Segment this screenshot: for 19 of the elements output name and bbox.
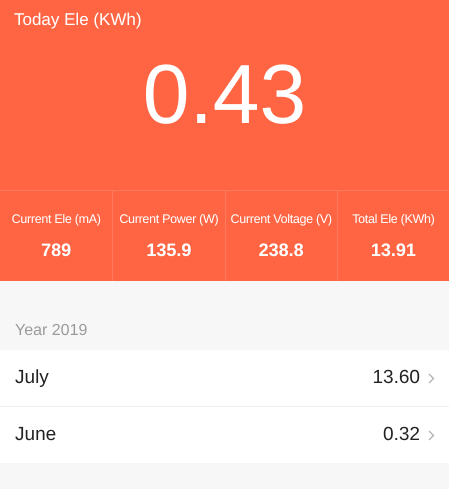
today-energy-value: 0.43 (142, 52, 306, 136)
month-value: 13.60 (372, 367, 420, 389)
month-row[interactable]: July 13.60 (0, 350, 449, 406)
stat-value: 13.91 (370, 240, 416, 260)
month-name: June (15, 424, 58, 446)
stat-label: Current Voltage (V) (230, 212, 332, 226)
stat-label: Current Ele (mA) (12, 212, 101, 226)
month-row[interactable]: June 0.32 (0, 406, 449, 463)
month-value: 0.32 (383, 424, 420, 446)
chevron-right-icon (428, 430, 435, 440)
stat-value: 789 (41, 240, 72, 260)
stat-label: Current Power (W) (119, 212, 218, 226)
chevron-right-icon (428, 372, 435, 384)
stat-value: 238.8 (258, 240, 304, 260)
section-title: Year 2019 (15, 322, 88, 340)
stat-label: Total Ele (KWh) (352, 212, 435, 226)
stat-value: 135.9 (146, 240, 192, 260)
month-name: July (15, 367, 50, 389)
header-title: Today Ele (KWh) (14, 10, 142, 30)
